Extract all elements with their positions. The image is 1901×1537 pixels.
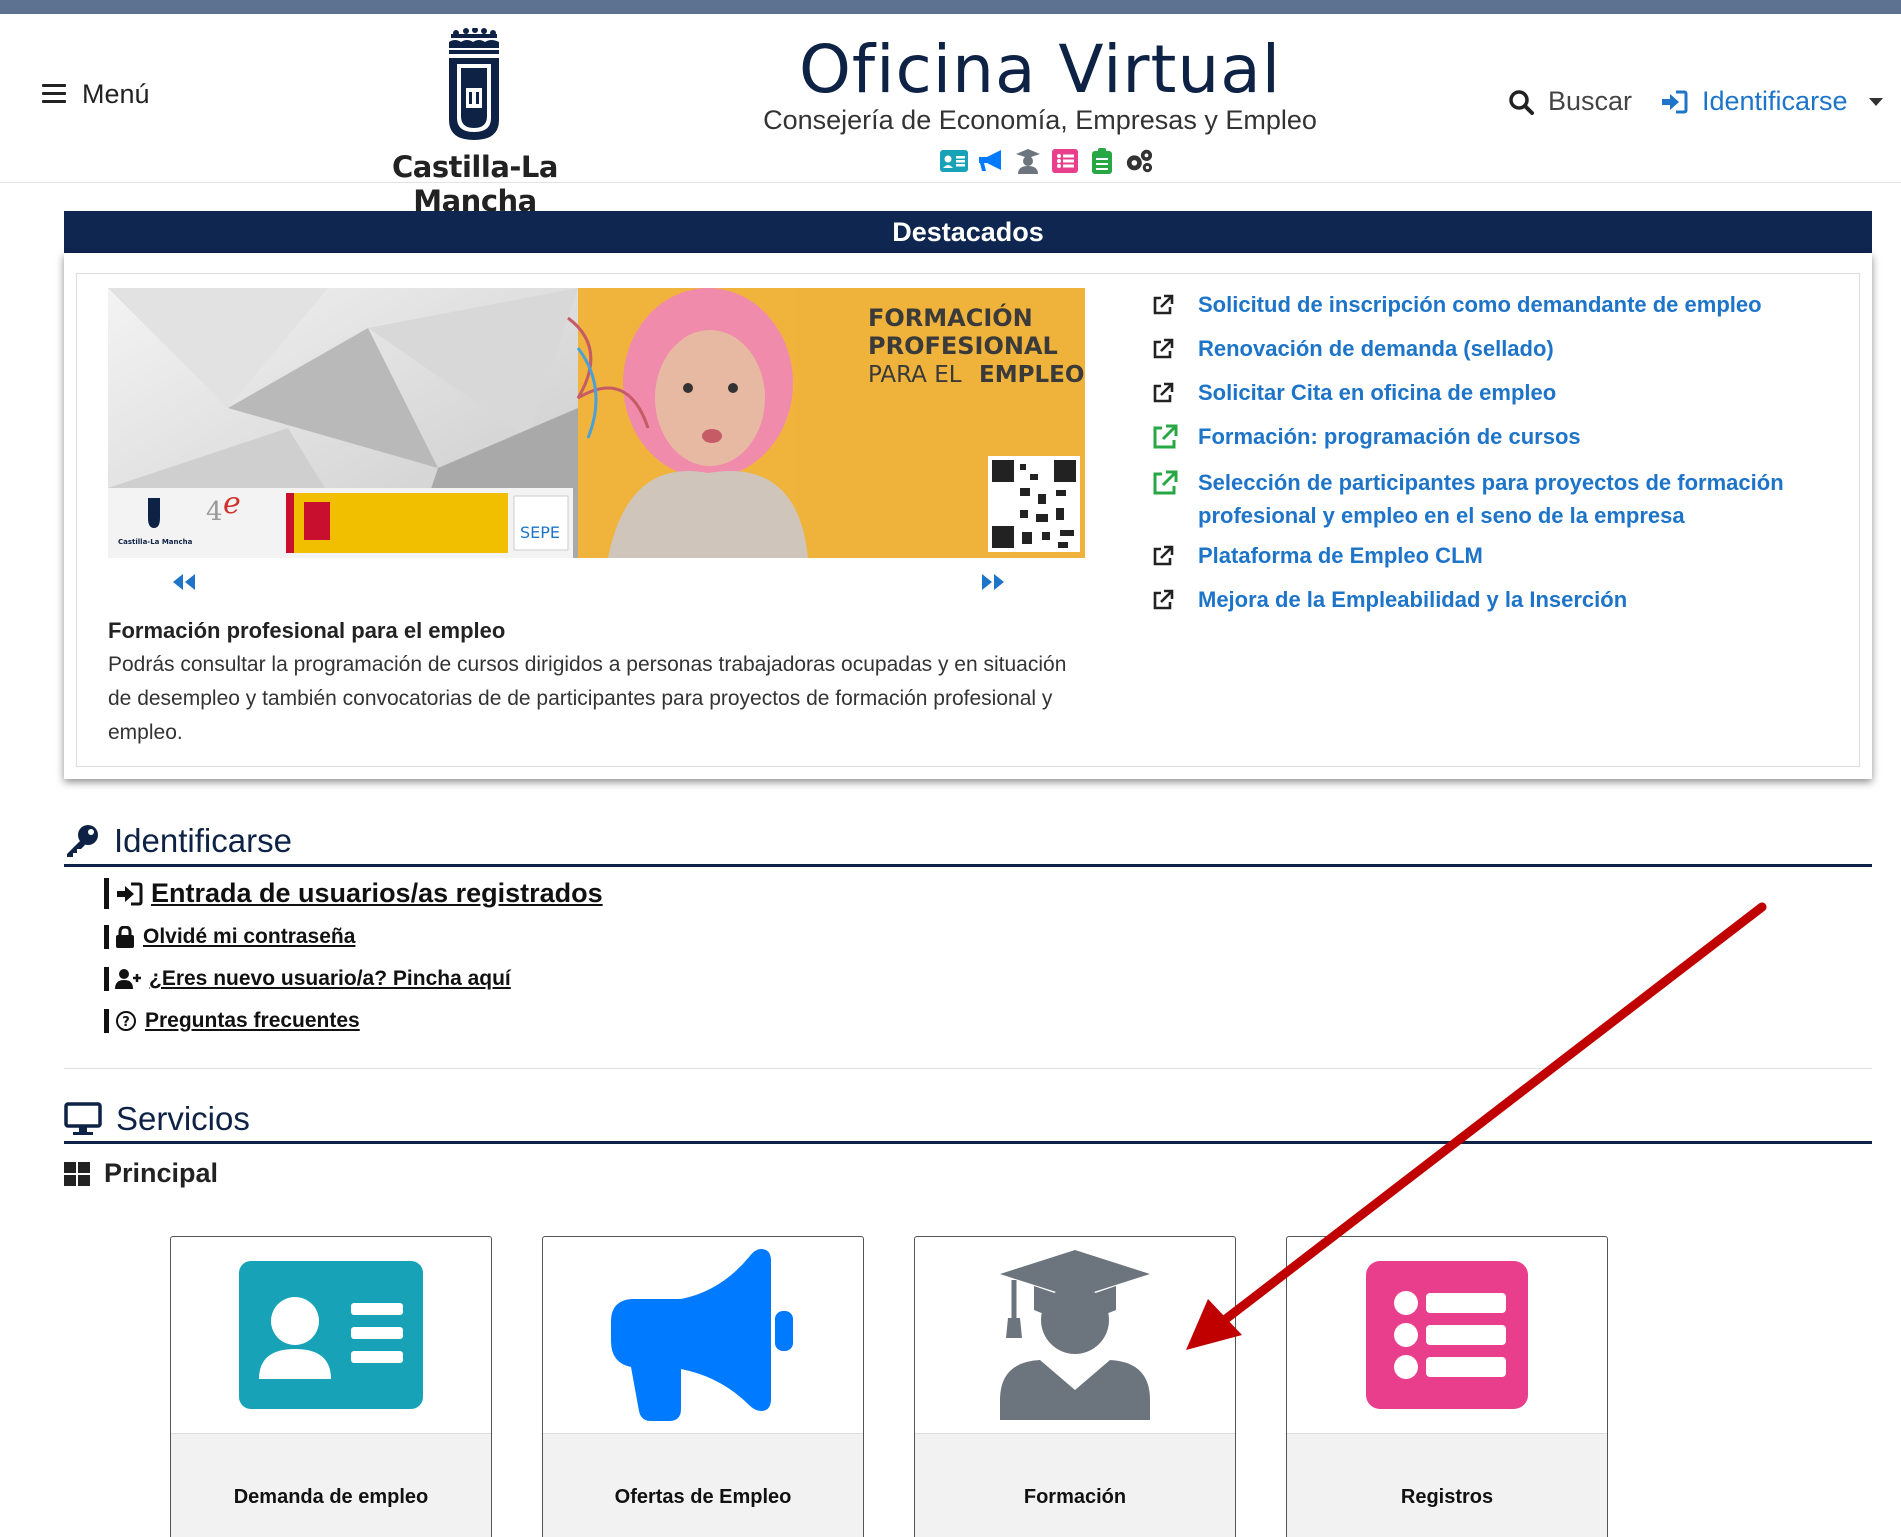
forgot-password-link[interactable]: Olvidé mi contraseña	[104, 925, 355, 949]
featured-links: Solicitud de inscripción como demandante…	[1152, 288, 1872, 627]
svg-text:?: ?	[122, 1015, 130, 1030]
key-icon	[67, 825, 98, 857]
external-link-icon	[1153, 338, 1174, 359]
service-card-label: Demanda de empleo	[233, 1486, 429, 1508]
lock-icon	[116, 926, 134, 948]
hamburger-icon	[42, 84, 66, 104]
banner-sepe-logo: SEPE	[520, 523, 560, 542]
banner-line-3b: EMPLEO	[979, 362, 1084, 388]
carousel-banner[interactable]: Castilla-La Mancha 4 e SEPE FORMACIÓN PR…	[108, 288, 1085, 558]
top-strip	[0, 0, 1901, 14]
svg-text:e: e	[223, 486, 241, 521]
external-link-icon	[1153, 424, 1178, 449]
featured-link-label[interactable]: Selección de participantes para proyecto…	[1198, 466, 1872, 532]
svg-text:4: 4	[206, 497, 223, 527]
service-card-ofertas[interactable]: Ofertas de Empleo	[542, 1236, 864, 1537]
external-link-icon	[1153, 545, 1174, 566]
identify-label: Identificarse	[1702, 86, 1848, 116]
external-link-icon	[1153, 470, 1178, 495]
featured-link-label[interactable]: Renovación de demanda (sellado)	[1198, 332, 1554, 369]
banner-line-3a: PARA EL	[868, 362, 962, 388]
identify-dropdown[interactable]: Identificarse	[1660, 86, 1884, 117]
menu-button[interactable]: Menú	[42, 74, 150, 114]
faq-link[interactable]: ? Preguntas frecuentes	[104, 1009, 360, 1033]
service-card-demanda[interactable]: Demanda de empleo	[170, 1236, 492, 1537]
annotation-arrow	[1186, 902, 1767, 1350]
faq-label[interactable]: Preguntas frecuentes	[145, 1009, 360, 1033]
destacados-header: Destacados	[64, 211, 1872, 253]
featured-link-label[interactable]: Plataforma de Empleo CLM	[1198, 539, 1483, 576]
principal-label: Principal	[104, 1158, 219, 1188]
caret-down-icon	[1868, 97, 1883, 106]
featured-link-label[interactable]: Formación: programación de cursos	[1198, 420, 1581, 459]
sign-in-icon	[117, 882, 143, 905]
featured-link-label[interactable]: Solicitar Cita en oficina de empleo	[1198, 376, 1556, 413]
logo-text: Castilla-La Mancha	[392, 150, 558, 218]
site-subtitle: Consejería de Economía, Empresas y Emple…	[763, 105, 1317, 135]
site-title: Oficina Virtual	[798, 31, 1282, 108]
external-link-icon	[1153, 382, 1174, 403]
carousel-next-icon[interactable]	[980, 572, 1006, 592]
external-link-icon	[1153, 589, 1174, 610]
list-icon[interactable]	[1051, 148, 1079, 174]
login-link[interactable]: Entrada de usuarios/as registrados	[104, 878, 603, 909]
clipboard-icon[interactable]	[1088, 148, 1116, 174]
search-button[interactable]: Buscar	[1508, 86, 1632, 117]
user-plus-icon	[115, 969, 141, 989]
featured-link[interactable]: Solicitar Cita en oficina de empleo	[1152, 376, 1872, 413]
principal-heading: Principal	[64, 1158, 218, 1189]
megaphone-icon	[611, 1249, 793, 1421]
featured-link-label[interactable]: Solicitud de inscripción como demandante…	[1198, 288, 1762, 325]
identificarse-section-title: Identificarse	[64, 822, 292, 860]
service-card-label: Ofertas de Empleo	[614, 1486, 792, 1508]
highlight-description: Podrás consultar la programación de curs…	[108, 653, 1067, 744]
search-icon	[1509, 89, 1534, 115]
banner-clm-logo: Castilla-La Mancha	[118, 538, 193, 546]
banner-graphic: Castilla-La Mancha 4 e SEPE FORMACIÓN PR…	[108, 288, 1085, 558]
graduate-icon[interactable]	[1014, 148, 1042, 174]
service-card-label: Formación	[1023, 1486, 1127, 1508]
service-card-label: Registros	[1400, 1486, 1494, 1508]
servicios-title-text: Servicios	[116, 1100, 250, 1137]
carousel-prev-icon[interactable]	[171, 572, 197, 592]
site-header: Menú Castilla-La Mancha Oficina Virtual …	[0, 14, 1901, 218]
quick-service-icons	[940, 148, 1153, 174]
featured-link-label[interactable]: Mejora de la Empleabilidad y la Inserció…	[1198, 583, 1627, 620]
banner-line-2: PROFESIONAL	[868, 332, 1058, 360]
register-label[interactable]: ¿Eres nuevo usuario/a? Pincha aquí	[149, 967, 511, 991]
featured-link[interactable]: Mejora de la Empleabilidad y la Inserció…	[1152, 583, 1872, 620]
sign-in-icon	[1662, 90, 1688, 113]
identificarse-title-text: Identificarse	[114, 822, 292, 859]
featured-link[interactable]: Solicitud de inscripción como demandante…	[1152, 288, 1872, 325]
banner-line-1: FORMACIÓN	[868, 302, 1033, 332]
graduate-icon	[1000, 1250, 1150, 1420]
featured-link[interactable]: Plataforma de Empleo CLM	[1152, 539, 1872, 576]
register-link[interactable]: ¿Eres nuevo usuario/a? Pincha aquí	[104, 967, 511, 991]
id-card-icon[interactable]	[940, 148, 968, 174]
featured-link[interactable]: Selección de participantes para proyecto…	[1152, 466, 1872, 532]
identificarse-rule	[64, 864, 1872, 867]
gears-icon[interactable]	[1125, 148, 1153, 174]
desktop-icon	[64, 1102, 102, 1135]
megaphone-icon[interactable]	[977, 148, 1005, 174]
menu-label: Menú	[82, 78, 150, 109]
search-label: Buscar	[1548, 86, 1633, 116]
id-card-icon	[239, 1261, 423, 1409]
featured-link[interactable]: Renovación de demanda (sellado)	[1152, 332, 1872, 369]
servicios-section-title: Servicios	[64, 1100, 250, 1138]
login-link-label[interactable]: Entrada de usuarios/as registrados	[151, 878, 603, 909]
highlight-title: Formación profesional para el empleo	[108, 618, 506, 643]
featured-link[interactable]: Formación: programación de cursos	[1152, 420, 1872, 459]
external-link-icon	[1153, 294, 1174, 315]
forgot-password-label[interactable]: Olvidé mi contraseña	[143, 925, 355, 949]
grid-icon	[64, 1161, 90, 1186]
question-circle-icon: ?	[116, 1011, 136, 1031]
